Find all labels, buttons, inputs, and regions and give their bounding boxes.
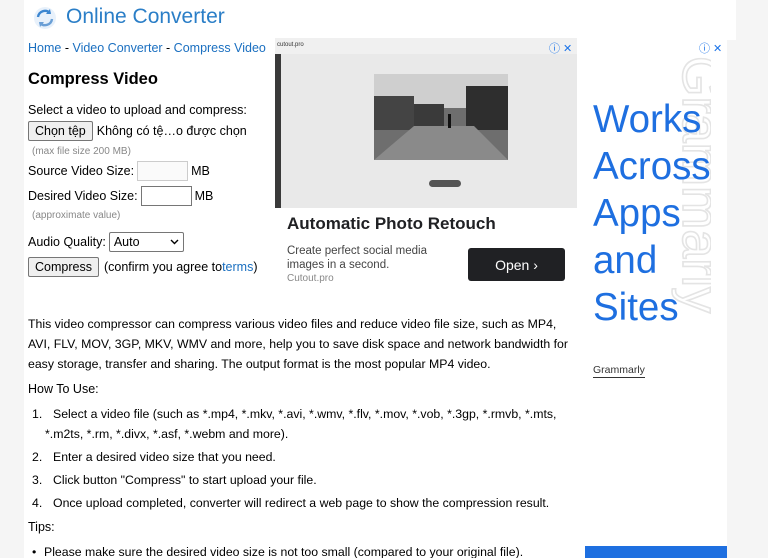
choose-file-button[interactable]: Chọn tệp [28, 121, 93, 141]
howto-step: 3. Click button "Compress" to start uploa… [32, 470, 577, 490]
ad-choices-icon[interactable]: ⓘ ✕ [549, 40, 572, 56]
breadcrumb-separator: - [61, 41, 73, 55]
breadcrumb-video-converter-link[interactable]: Video Converter [72, 41, 162, 55]
desired-size-input[interactable] [140, 186, 192, 206]
breadcrumb-separator: - [162, 41, 174, 55]
file-picker: Chọn tệp Không có tệ…o được chọn [28, 121, 247, 141]
ad-screenshot-image: cutout.pro [275, 38, 577, 208]
howto-list: 1. Select a video file (such as *.mp4, *.… [32, 404, 577, 516]
description-text: This video compressor can compress vario… [28, 317, 568, 371]
tip-item: Please make sure the desired video size … [32, 542, 577, 558]
howto-step-text: Once upload completed, converter will re… [53, 496, 550, 510]
grammarly-ad[interactable]: Grammarly ⓘ ✕ Works Across Apps and Site… [585, 38, 727, 558]
approximate-hint: (approximate value) [32, 210, 121, 221]
howto-step-number: 1. [32, 407, 43, 421]
howto-step-text: Enter a desired video size that you need… [53, 450, 276, 464]
howto-step-text: Select a video file (such as *.mp4, *.mk… [45, 407, 557, 441]
source-size-row: Source Video Size: MB [28, 161, 210, 181]
audio-quality-value: Auto [113, 235, 140, 249]
howto-step-text: Click button "Compress" to start upload … [53, 473, 317, 487]
howto-title: How To Use: [28, 382, 99, 396]
audio-quality-label: Audio Quality: [28, 235, 106, 249]
breadcrumb-current-link[interactable]: Compress Video [174, 41, 266, 55]
ad-bottom-bar [585, 546, 727, 558]
site-title[interactable]: Online Converter [66, 5, 225, 29]
breadcrumb: Home - Video Converter - Compress Video [28, 41, 266, 55]
ad-choices-icon[interactable]: ⓘ ✕ [699, 40, 722, 56]
ad-headline[interactable]: Automatic Photo Retouch [287, 214, 496, 234]
confirm-text-prefix: (confirm you agree to [103, 260, 223, 274]
howto-step: 2. Enter a desired video size that you ne… [32, 447, 577, 467]
howto-step-number: 4. [32, 496, 43, 510]
page-title: Compress Video [28, 70, 158, 88]
select-prompt: Select a video to upload and compress: [28, 103, 247, 117]
ad-headline[interactable]: Works Across Apps and Sites [593, 96, 727, 331]
ad-brand-link[interactable]: Grammarly [593, 364, 645, 378]
desired-size-label: Desired Video Size: [28, 189, 138, 203]
compress-button[interactable]: Compress [28, 257, 99, 277]
desired-size-row: Desired Video Size: MB [28, 186, 213, 206]
compress-row: Compress (confirm you agree to terms ) [28, 257, 258, 277]
source-size-input[interactable] [137, 161, 189, 181]
tips-list: Please make sure the desired video size … [32, 542, 577, 558]
audio-quality-row: Audio Quality: Auto [28, 232, 184, 252]
howto-step-number: 2. [32, 450, 43, 464]
terms-link[interactable]: terms [222, 260, 253, 274]
refresh-arrows-icon[interactable] [33, 6, 57, 30]
ad-source-text: Cutout.pro [287, 273, 334, 284]
howto-step: 4. Once upload completed, converter will … [32, 493, 577, 513]
no-file-chosen-text: Không có tệ…o được chọn [96, 124, 247, 138]
cutout-ad[interactable]: cutout.pro ⓘ ✕ Automatic Photo Retouch C… [275, 38, 577, 294]
confirm-text-suffix: ) [253, 260, 258, 274]
ad-browser-bar: cutout.pro [275, 38, 577, 54]
ad-body-text: Create perfect social media images in a … [287, 245, 427, 271]
source-size-unit: MB [191, 164, 210, 178]
max-size-hint: (max file size 200 MB) [32, 146, 131, 157]
desired-size-unit: MB [194, 189, 214, 203]
street-photo-image [374, 74, 508, 160]
site-header: Online Converter [24, 0, 736, 40]
ad-zoom-pill [429, 180, 461, 187]
chevron-down-icon [170, 239, 179, 245]
breadcrumb-home-link[interactable]: Home [28, 41, 61, 55]
howto-step-number: 3. [32, 473, 43, 487]
audio-quality-select[interactable]: Auto [108, 232, 184, 252]
ad-browser-bar-text: cutout.pro [277, 42, 304, 48]
tips-title: Tips: [28, 520, 55, 534]
source-size-label: Source Video Size: [28, 164, 135, 178]
ad-open-button[interactable]: Open › [468, 248, 565, 281]
howto-step: 1. Select a video file (such as *.mp4, *.… [32, 404, 577, 444]
